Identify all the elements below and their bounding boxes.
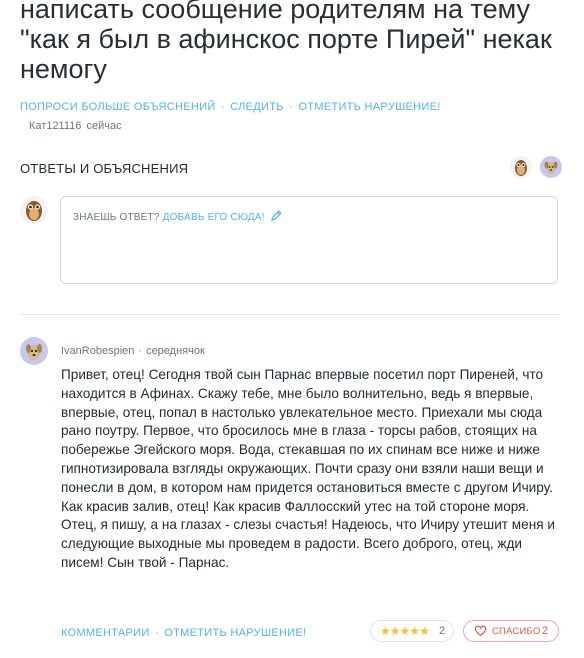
answer-input-box[interactable]: ЗНАЕШЬ ОТВЕТ? ДОБАВЬ ЕГО СЮДА! bbox=[60, 196, 558, 284]
rating-button[interactable]: ★★★★★ 2 bbox=[370, 620, 454, 642]
follow-link[interactable]: СЛЕДИТЬ bbox=[230, 101, 284, 113]
report-answer-link[interactable]: ОТМЕТИТЬ НАРУШЕНИЕ! bbox=[164, 627, 306, 639]
question-title: написать сообщение родителям на тему "ка… bbox=[20, 0, 552, 84]
current-user-avatar bbox=[20, 196, 48, 224]
dog-avatar[interactable] bbox=[540, 156, 563, 178]
answer-author-name[interactable]: IvanRobespien bbox=[61, 345, 134, 357]
separator-dot: · bbox=[217, 101, 229, 113]
report-question-link[interactable]: ОТМЕТИТЬ НАРУШЕНИЕ! bbox=[298, 101, 440, 113]
pencil-icon[interactable] bbox=[270, 209, 283, 225]
answers-section-title: ОТВЕТЫ И ОБЪЯСНЕНИЯ bbox=[20, 161, 189, 176]
heart-icon bbox=[474, 624, 487, 640]
ask-more-explanations-link[interactable]: ПОПРОСИ БОЛЬШЕ ОБЪЯСНЕНИЙ bbox=[20, 101, 216, 113]
star-icon: ★ bbox=[409, 624, 420, 638]
separator-dot: · bbox=[285, 101, 297, 113]
divider bbox=[20, 314, 560, 315]
rating-stars: ★★★★★ bbox=[380, 624, 430, 638]
thanks-count: 2 bbox=[542, 625, 549, 637]
answer-author-avatar[interactable] bbox=[20, 337, 48, 365]
star-icon: ★ bbox=[380, 624, 391, 638]
thanks-label: СПАСИБО bbox=[492, 626, 541, 637]
question-author[interactable]: Кат121116 bbox=[29, 120, 81, 132]
star-icon: ★ bbox=[399, 624, 411, 638]
answer-author-line: IvanRobespien · середнячок bbox=[61, 345, 205, 357]
star-icon: ★ bbox=[419, 624, 430, 638]
thanks-button[interactable]: СПАСИБО 2 bbox=[463, 620, 559, 642]
comments-link[interactable]: КОММЕНТАРИИ bbox=[61, 627, 150, 639]
add-answer-link[interactable]: ДОБАВЬ ЕГО СЮДА! bbox=[163, 212, 265, 223]
answerers-avatars bbox=[510, 156, 563, 178]
separator-dot: · bbox=[151, 627, 163, 639]
answer-prompt-label: ЗНАЕШЬ ОТВЕТ? bbox=[73, 212, 160, 223]
rating-count: 2 bbox=[439, 625, 446, 637]
answer-author-rank: середнячок bbox=[146, 345, 205, 357]
answer-actions: КОММЕНТАРИИ · ОТМЕТИТЬ НАРУШЕНИЕ! bbox=[61, 627, 306, 639]
question-actions: ПОПРОСИ БОЛЬШЕ ОБЪЯСНЕНИЙ · СЛЕДИТЬ · ОТ… bbox=[20, 101, 441, 113]
star-icon: ★ bbox=[389, 624, 401, 638]
separator-dot: · bbox=[138, 345, 143, 357]
question-meta: Кат121116 сейчас bbox=[29, 120, 122, 132]
owl-avatar[interactable] bbox=[510, 156, 532, 178]
question-time: сейчас bbox=[86, 120, 122, 132]
answer-prompt: ЗНАЕШЬ ОТВЕТ? ДОБАВЬ ЕГО СЮДА! bbox=[73, 209, 283, 225]
answer-text: Привет, отец! Сегодня твой сын Парнас вп… bbox=[61, 367, 555, 570]
